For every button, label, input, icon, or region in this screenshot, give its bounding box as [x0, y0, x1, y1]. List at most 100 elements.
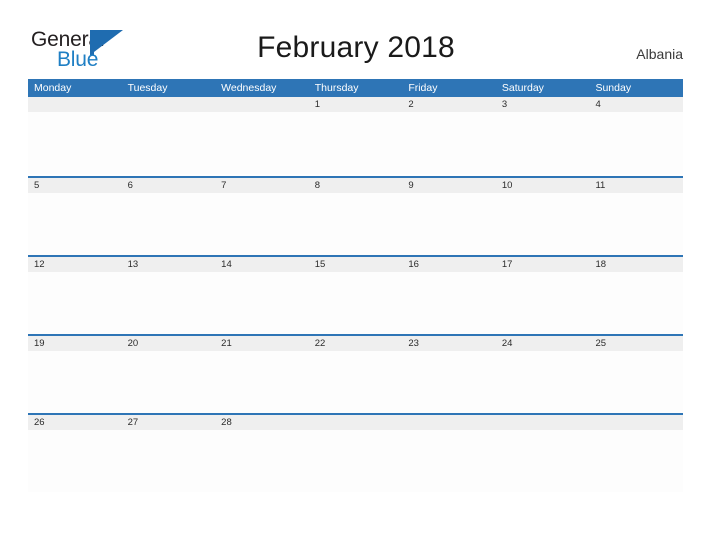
day-number: 11	[589, 178, 684, 193]
day-events-area[interactable]	[495, 272, 590, 334]
weekday-header-monday: Monday	[34, 82, 72, 94]
day-cell[interactable]: 4	[589, 97, 684, 176]
weekday-header-saturday: Saturday	[501, 82, 544, 94]
weekday-header-wednesday: Wednesday	[221, 82, 277, 94]
day-events-area[interactable]	[402, 430, 496, 492]
day-number: 19	[28, 336, 122, 351]
day-events-area[interactable]	[589, 193, 684, 255]
day-events-area[interactable]	[402, 193, 496, 255]
day-cell[interactable]: 9	[402, 178, 496, 255]
day-cell[interactable]: 15	[308, 257, 403, 334]
day-cell[interactable]: 19	[28, 336, 122, 413]
day-number: 9	[402, 178, 496, 193]
day-events-area[interactable]	[495, 193, 590, 255]
day-cell[interactable]: 11	[589, 178, 684, 255]
day-events-area[interactable]	[215, 193, 309, 255]
day-cell[interactable]: 13	[121, 257, 216, 334]
day-events-area[interactable]	[402, 112, 496, 174]
day-number	[402, 415, 496, 430]
day-cell[interactable]: 3	[495, 97, 590, 176]
day-number: 22	[308, 336, 403, 351]
day-events-area[interactable]	[121, 272, 216, 334]
day-number: 13	[121, 257, 216, 272]
day-events-area[interactable]	[308, 272, 403, 334]
day-events-area[interactable]	[121, 112, 216, 174]
day-number: 4	[589, 97, 684, 112]
calendar-page: General Blue February 2018 Albania Monda…	[0, 0, 712, 550]
day-cell[interactable]	[495, 415, 590, 492]
day-events-area[interactable]	[121, 430, 216, 492]
day-events-area[interactable]	[589, 272, 684, 334]
day-events-area[interactable]	[589, 351, 684, 413]
day-events-area[interactable]	[215, 272, 309, 334]
day-cell[interactable]: 28	[215, 415, 309, 492]
day-cell[interactable]	[589, 415, 684, 492]
day-cell[interactable]: 26	[28, 415, 122, 492]
weekday-header-tuesday: Tuesday	[127, 82, 168, 94]
day-events-area[interactable]	[121, 193, 216, 255]
day-cell[interactable]: 12	[28, 257, 122, 334]
day-number: 23	[402, 336, 496, 351]
day-cell[interactable]: 8	[308, 178, 403, 255]
day-events-area[interactable]	[495, 351, 590, 413]
day-number: 21	[215, 336, 309, 351]
day-cell[interactable]: 17	[495, 257, 590, 334]
day-cell[interactable]: 10	[495, 178, 590, 255]
day-cell[interactable]: 25	[589, 336, 684, 413]
day-events-area[interactable]	[589, 112, 684, 174]
day-cell[interactable]: 27	[121, 415, 216, 492]
day-cell[interactable]: 24	[495, 336, 590, 413]
day-events-area[interactable]	[308, 112, 403, 174]
day-events-area[interactable]	[402, 351, 496, 413]
day-number: 24	[495, 336, 590, 351]
day-events-area[interactable]	[495, 112, 590, 174]
day-events-area[interactable]	[495, 430, 590, 492]
day-events-area[interactable]	[215, 430, 309, 492]
day-number: 18	[589, 257, 684, 272]
day-cell[interactable]	[215, 97, 309, 176]
day-number: 12	[28, 257, 122, 272]
day-cell[interactable]: 7	[215, 178, 309, 255]
day-number: 20	[121, 336, 216, 351]
day-cell[interactable]: 6	[121, 178, 216, 255]
day-events-area[interactable]	[28, 351, 122, 413]
day-number: 3	[495, 97, 590, 112]
day-number: 28	[215, 415, 309, 430]
weekday-header-row: Monday Tuesday Wednesday Thursday Friday…	[28, 79, 683, 97]
day-number: 7	[215, 178, 309, 193]
day-cell[interactable]: 21	[215, 336, 309, 413]
day-cell[interactable]	[28, 97, 122, 176]
day-events-area[interactable]	[121, 351, 216, 413]
day-cell[interactable]: 5	[28, 178, 122, 255]
day-cell[interactable]	[121, 97, 216, 176]
day-number: 26	[28, 415, 122, 430]
day-number	[589, 415, 684, 430]
day-events-area[interactable]	[215, 112, 309, 174]
day-events-area[interactable]	[308, 430, 403, 492]
calendar-week-row: 5 6 7 8 9 10 11	[28, 176, 684, 255]
day-number: 17	[495, 257, 590, 272]
day-events-area[interactable]	[308, 193, 403, 255]
day-events-area[interactable]	[28, 430, 122, 492]
day-cell[interactable]	[402, 415, 496, 492]
day-cell[interactable]	[308, 415, 403, 492]
weekday-header-sunday: Sunday	[595, 82, 632, 94]
day-events-area[interactable]	[402, 272, 496, 334]
day-events-area[interactable]	[28, 112, 122, 174]
day-number: 14	[215, 257, 309, 272]
day-cell[interactable]: 1	[308, 97, 403, 176]
day-cell[interactable]: 20	[121, 336, 216, 413]
day-number	[495, 415, 590, 430]
day-events-area[interactable]	[215, 351, 309, 413]
day-events-area[interactable]	[28, 272, 122, 334]
day-cell[interactable]: 18	[589, 257, 684, 334]
day-cell[interactable]: 23	[402, 336, 496, 413]
day-events-area[interactable]	[308, 351, 403, 413]
day-cell[interactable]: 2	[402, 97, 496, 176]
day-cell[interactable]: 22	[308, 336, 403, 413]
day-cell[interactable]: 14	[215, 257, 309, 334]
calendar-week-row: 19 20 21 22 23 24 25	[28, 334, 684, 413]
day-events-area[interactable]	[28, 193, 122, 255]
day-events-area[interactable]	[589, 430, 684, 492]
day-cell[interactable]: 16	[402, 257, 496, 334]
